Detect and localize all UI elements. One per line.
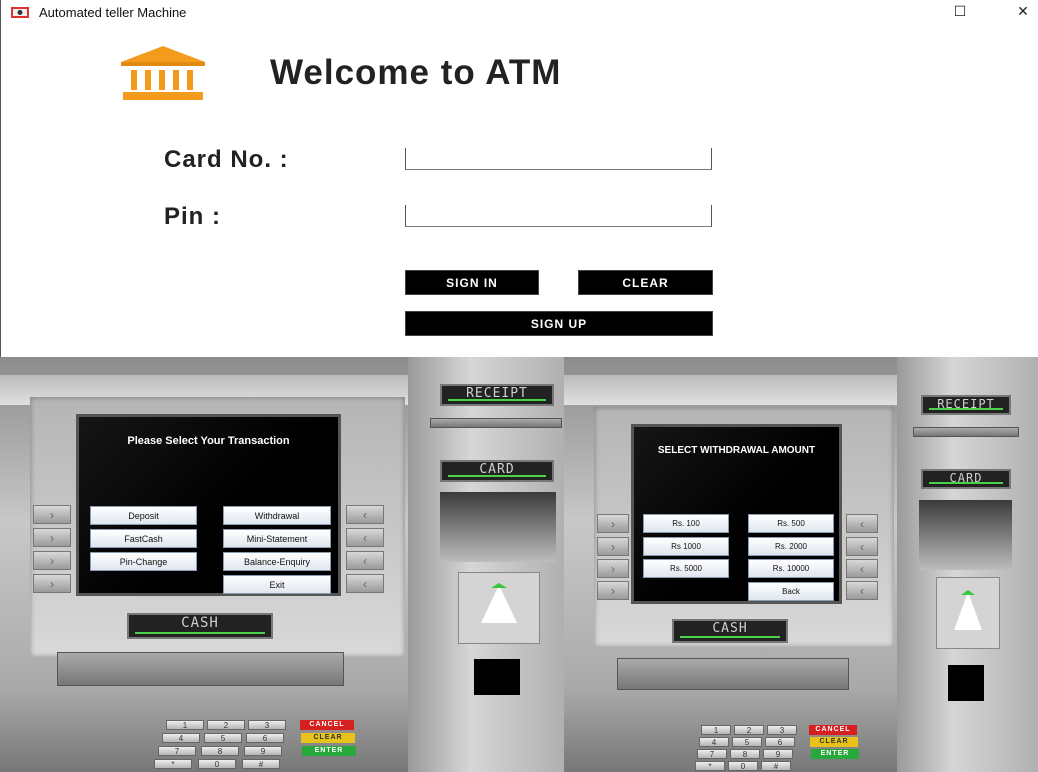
chevron-right-icon[interactable]: › [597, 514, 629, 533]
mini-statement-button[interactable]: Mini-Statement [223, 529, 331, 548]
card-insert-box [936, 577, 1000, 649]
card-number-input[interactable] [405, 148, 712, 170]
key-7[interactable]: 7 [697, 749, 727, 759]
chevron-right-icon[interactable]: › [33, 505, 71, 524]
key-2[interactable]: 2 [207, 720, 245, 730]
app-icon [11, 7, 29, 18]
welcome-heading: Welcome to ATM [270, 53, 562, 92]
exit-button[interactable]: Exit [223, 575, 331, 594]
key-0[interactable]: 0 [728, 761, 758, 771]
clear-key[interactable]: CLEAR [810, 737, 858, 747]
chevron-left-icon[interactable]: ‹ [846, 581, 878, 600]
key-8[interactable]: 8 [730, 749, 760, 759]
chevron-left-icon[interactable]: ‹ [346, 574, 384, 593]
enter-key[interactable]: ENTER [811, 749, 859, 759]
login-window: Automated teller Machine ☐ ✕ Welcome to … [0, 0, 1038, 357]
deposit-button[interactable]: Deposit [90, 506, 197, 525]
chevron-left-icon[interactable]: ‹ [846, 559, 878, 578]
key-4[interactable]: 4 [162, 733, 200, 743]
pin-change-button[interactable]: Pin-Change [90, 552, 197, 571]
key-6[interactable]: 6 [246, 733, 284, 743]
cash-dispenser [617, 658, 849, 690]
cash-display: CASH [672, 619, 788, 643]
key-9[interactable]: 9 [763, 749, 793, 759]
key-4[interactable]: 4 [699, 737, 729, 747]
receipt-display: RECEIPT [921, 395, 1011, 415]
key-7[interactable]: 7 [158, 746, 196, 756]
card-number-label: Card No. : [164, 146, 289, 173]
clear-key[interactable]: CLEAR [301, 733, 355, 743]
chevron-right-icon[interactable]: › [597, 581, 629, 600]
screen-title: SELECT WITHDRAWAL AMOUNT [657, 445, 816, 456]
card-reader-slot [440, 492, 556, 562]
chevron-right-icon[interactable]: › [597, 537, 629, 556]
chevron-right-icon[interactable]: › [597, 559, 629, 578]
card-reader-slot [919, 500, 1012, 570]
camera-box [474, 659, 520, 695]
fastcash-button[interactable]: FastCash [90, 529, 197, 548]
chevron-left-icon[interactable]: ‹ [846, 537, 878, 556]
enter-key[interactable]: ENTER [302, 746, 356, 756]
keypad: 1 2 3 4 5 6 7 8 9 * 0 # CANCEL CLEAR ENT… [679, 721, 909, 772]
balance-enquiry-button[interactable]: Balance-Enquiry [223, 552, 331, 571]
cancel-key[interactable]: CANCEL [809, 725, 857, 735]
clear-button[interactable]: CLEAR [578, 270, 713, 295]
rs-1000-button[interactable]: Rs 1000 [643, 537, 729, 556]
key-1[interactable]: 1 [166, 720, 204, 730]
key-9[interactable]: 9 [244, 746, 282, 756]
window-title: Automated teller Machine [39, 5, 187, 20]
receipt-slot [430, 418, 562, 428]
chevron-left-icon[interactable]: ‹ [846, 514, 878, 533]
key-hash[interactable]: # [242, 759, 280, 769]
key-star[interactable]: * [695, 761, 725, 771]
key-6[interactable]: 6 [765, 737, 795, 747]
withdrawal-button[interactable]: Withdrawal [223, 506, 331, 525]
cash-dispenser [57, 652, 344, 686]
chevron-right-icon[interactable]: › [33, 574, 71, 593]
keypad: 1 2 3 4 5 6 7 8 9 * 0 # CANCEL CLEAR ENT… [140, 715, 400, 772]
cancel-key[interactable]: CANCEL [300, 720, 354, 730]
rs-2000-button[interactable]: Rs. 2000 [748, 537, 834, 556]
atm-screen: Please Select Your Transaction Deposit W… [76, 414, 341, 596]
card-display: CARD [921, 469, 1011, 489]
rs-5000-button[interactable]: Rs. 5000 [643, 559, 729, 578]
sign-up-button[interactable]: SIGN UP [405, 311, 713, 336]
screen-title: Please Select Your Transaction [127, 435, 290, 447]
close-icon[interactable]: ✕ [1013, 3, 1033, 20]
card-insert-box [458, 572, 540, 644]
receipt-slot [913, 427, 1019, 437]
pin-label: Pin : [164, 203, 221, 230]
bank-logo-icon [121, 46, 205, 100]
back-button[interactable]: Back [748, 582, 834, 601]
key-0[interactable]: 0 [198, 759, 236, 769]
sign-in-button[interactable]: SIGN IN [405, 270, 539, 295]
atm-screen: SELECT WITHDRAWAL AMOUNT Rs. 100 Rs. 500… [631, 424, 842, 604]
key-3[interactable]: 3 [767, 725, 797, 735]
key-5[interactable]: 5 [732, 737, 762, 747]
card-display: CARD [440, 460, 554, 482]
rs-10000-button[interactable]: Rs. 10000 [748, 559, 834, 578]
pin-input[interactable] [405, 205, 712, 227]
key-8[interactable]: 8 [201, 746, 239, 756]
key-1[interactable]: 1 [701, 725, 731, 735]
chevron-right-icon[interactable]: › [33, 551, 71, 570]
chevron-left-icon[interactable]: ‹ [346, 551, 384, 570]
maximize-icon[interactable]: ☐ [950, 3, 970, 20]
cash-display: CASH [127, 613, 273, 639]
key-3[interactable]: 3 [248, 720, 286, 730]
rs-500-button[interactable]: Rs. 500 [748, 514, 834, 533]
chevron-left-icon[interactable]: ‹ [346, 505, 384, 524]
key-5[interactable]: 5 [204, 733, 242, 743]
chevron-right-icon[interactable]: › [33, 528, 71, 547]
chevron-left-icon[interactable]: ‹ [346, 528, 384, 547]
key-star[interactable]: * [154, 759, 192, 769]
camera-box [948, 665, 984, 701]
receipt-display: RECEIPT [440, 384, 554, 406]
atm-withdrawal-panel: RECEIPT CARD SELECT WITHDRAWAL AMOUNT Rs… [564, 357, 1038, 772]
key-2[interactable]: 2 [734, 725, 764, 735]
key-hash[interactable]: # [761, 761, 791, 771]
rs-100-button[interactable]: Rs. 100 [643, 514, 729, 533]
title-bar: Automated teller Machine ☐ ✕ [1, 0, 1038, 26]
atm-transaction-panel: RECEIPT CARD Please Select Your Transact… [0, 357, 564, 772]
